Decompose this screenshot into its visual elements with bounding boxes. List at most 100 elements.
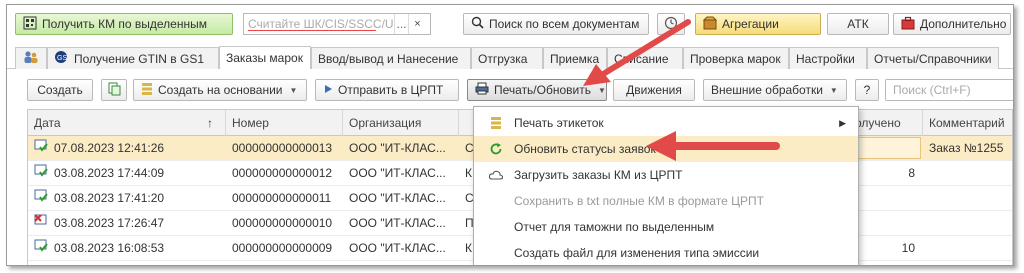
send-crpt-label: Отправить в ЦРПТ [338, 83, 444, 97]
aggregations-label: Агрегации [722, 17, 779, 31]
tab-reports[interactable]: Отчеты/Справочники [867, 47, 999, 69]
copy-button[interactable] [101, 79, 127, 101]
row-org: ООО "ИТ-КЛАС... [349, 141, 446, 155]
tab-label: Отгрузка [478, 51, 528, 66]
movements-button[interactable]: Движения [613, 79, 695, 101]
menu-item-label: Печать этикеток [514, 116, 604, 130]
sort-asc-icon: ↑ [207, 116, 213, 130]
print-update-button[interactable]: Печать/Обновить ▼ [467, 79, 607, 101]
briefcase-icon [901, 16, 915, 33]
history-button[interactable] [657, 13, 685, 35]
create-based-label: Создать на основании [158, 83, 283, 97]
menu-item-load-orders[interactable]: Загрузить заказы КМ из ЦРПТ [474, 162, 858, 188]
app-window: Получить КМ по выделенным Считайте ШК/CI… [6, 4, 1014, 266]
stack-icon [141, 82, 153, 99]
tab-label: Проверка марок [690, 51, 781, 66]
atk-button[interactable]: АТК [827, 13, 889, 35]
menu-item-refresh-statuses[interactable]: Обновить статусы заявок [474, 136, 858, 162]
chevron-down-icon: ▼ [597, 85, 606, 95]
get-km-button[interactable]: Получить КМ по выделенным [15, 13, 233, 35]
row-org: ООО "ИТ-КЛАС... [349, 166, 446, 180]
scan-input-clear-button[interactable]: × [408, 14, 426, 34]
column-header-label: Организация [349, 116, 422, 130]
scan-input-more-button[interactable]: ... [394, 14, 408, 34]
help-label: ? [863, 83, 871, 97]
tab-users[interactable] [15, 47, 47, 69]
tab-shipment[interactable]: Отгрузка [471, 47, 543, 69]
create-based-button[interactable]: Создать на основании ▼ [133, 79, 307, 101]
send-crpt-button[interactable]: Отправить в ЦРПТ [315, 79, 459, 101]
document-posted-icon [34, 236, 48, 261]
printer-icon [475, 82, 489, 98]
menu-item-customs-report[interactable]: Отчет для таможни по выделенным [474, 214, 858, 240]
atk-label: АТК [847, 17, 869, 31]
additional-label: Дополнительно [920, 17, 1007, 31]
aggregations-button[interactable]: Агрегации [695, 13, 821, 35]
tab-acceptance[interactable]: Приемка [543, 47, 607, 69]
row-org: ООО "ИТ-КЛАС... [349, 191, 446, 205]
tab-check-marks[interactable]: Проверка марок [683, 47, 789, 69]
tab-input-output[interactable]: Ввод/вывод и Нанесение [311, 47, 471, 69]
users-icon [23, 50, 39, 67]
create-label: Создать [37, 83, 83, 97]
column-header-received[interactable]: олучено [849, 110, 923, 136]
tab-settings[interactable]: Настройки [789, 47, 867, 69]
search-all-docs-button[interactable]: Поиск по всем документам [463, 13, 649, 35]
additional-button[interactable]: Дополнительно [893, 13, 1011, 35]
column-header-label: Номер [232, 116, 269, 130]
get-km-label: Получить КМ по выделенным [42, 17, 207, 31]
column-header-label: Комментарий [929, 116, 1005, 130]
clock-icon [664, 16, 678, 33]
document-posted-icon [34, 186, 48, 211]
column-header-org[interactable]: Организация [343, 110, 459, 136]
row-date: 03.08.2023 17:41:20 [54, 191, 165, 205]
column-header-number[interactable]: Номер [226, 110, 343, 136]
search-icon [471, 16, 484, 32]
tab-write-off[interactable]: Списание [607, 47, 683, 69]
tab-gtin-gs1[interactable]: GS Получение GTIN в GS1 [47, 47, 219, 69]
row-comment [923, 211, 1013, 236]
search-all-docs-label: Поиск по всем документам [489, 17, 640, 31]
scan-input[interactable]: Считайте ШК/CIS/SSCC/UID... ... × [243, 13, 431, 35]
chevron-down-icon: ▼ [289, 85, 298, 95]
row-comment: Заказ №1255 [929, 141, 1004, 155]
movements-label: Движения [626, 83, 682, 97]
menu-item-emission-file[interactable]: Создать файл для изменения типа эмиссии [474, 240, 858, 265]
menu-item-label: Создать файл для изменения типа эмиссии [514, 246, 760, 260]
list-search-input[interactable]: Поиск (Ctrl+F) [885, 79, 1013, 101]
menu-item-print-labels[interactable]: Печать этикеток ▶ [474, 110, 858, 136]
help-button[interactable]: ? [855, 79, 879, 101]
row-date: 03.08.2023 17:44:09 [54, 166, 165, 180]
row-number: 000000000000010 [232, 216, 333, 230]
column-header-comment[interactable]: Комментарий [923, 110, 1013, 136]
row-date: 03.08.2023 16:08:53 [54, 241, 165, 255]
column-header-label: Дата [34, 116, 61, 130]
row-date: 07.08.2023 12:41:26 [54, 141, 165, 155]
tab-label: Ввод/вывод и Нанесение [318, 51, 459, 66]
tab-label: Заказы марок [226, 51, 303, 65]
chevron-right-icon: ▶ [839, 117, 846, 128]
gs1-logo-icon: GS [54, 50, 70, 67]
row-date: 03.08.2023 17:26:47 [54, 216, 165, 230]
scan-input-placeholder: Считайте ШК/CIS/SSCC/UID... [248, 17, 394, 31]
print-update-label: Печать/Обновить [494, 83, 591, 97]
cloud-icon [488, 169, 504, 181]
command-bar: Создать Создать на основании ▼ Отправить… [7, 77, 1013, 103]
svg-text:GS: GS [57, 55, 67, 62]
tab-label: Приемка [550, 51, 600, 66]
play-icon [323, 83, 333, 97]
menu-item-label: Загрузить заказы КМ из ЦРПТ [514, 168, 683, 182]
create-button[interactable]: Создать [27, 79, 93, 101]
tab-label: Отчеты/Справочники [874, 51, 992, 66]
tab-mark-orders[interactable]: Заказы марок [219, 46, 311, 69]
stack-icon [488, 116, 504, 130]
box-icon [702, 16, 718, 33]
row-received[interactable] [849, 137, 921, 159]
column-header-date[interactable]: Дата ↑ [28, 110, 226, 136]
row-received: 10 [901, 241, 915, 255]
menu-item-label: Обновить статусы заявок [514, 142, 656, 156]
row-number: 000000000000009 [232, 241, 333, 255]
row-org: ООО "ИТ-КЛАС... [349, 216, 446, 230]
row-number: 000000000000011 [232, 191, 332, 205]
external-processing-button[interactable]: Внешние обработки ▼ [703, 79, 847, 101]
